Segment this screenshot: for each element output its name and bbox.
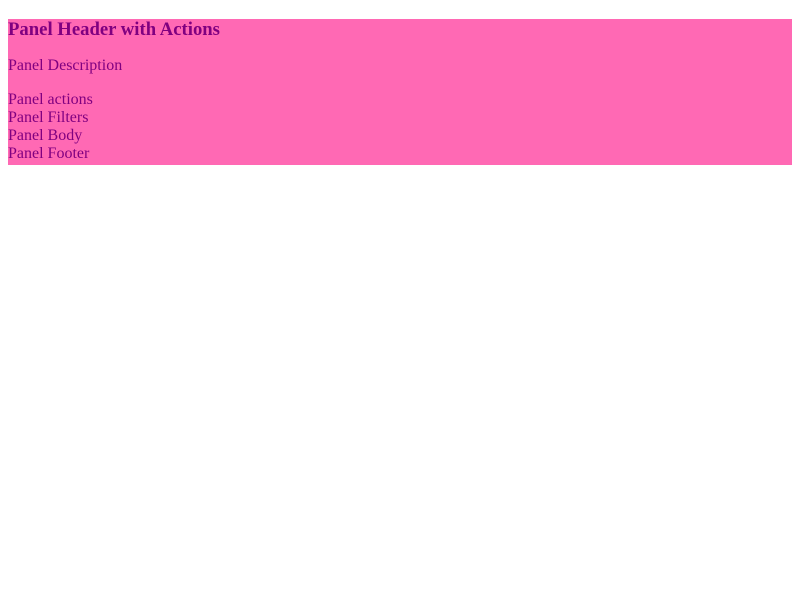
panel-description: Panel Description [8, 57, 123, 74]
panel-title: Panel Header with Actions [8, 19, 220, 40]
panel: Panel Header with Actions Panel Descript… [8, 19, 792, 165]
panel-filters[interactable]: Panel Filters [8, 109, 792, 127]
panel-footer: Panel Footer [8, 145, 90, 162]
panel-actions[interactable]: Panel actions [8, 91, 792, 109]
panel-body: Panel Body [8, 127, 83, 144]
